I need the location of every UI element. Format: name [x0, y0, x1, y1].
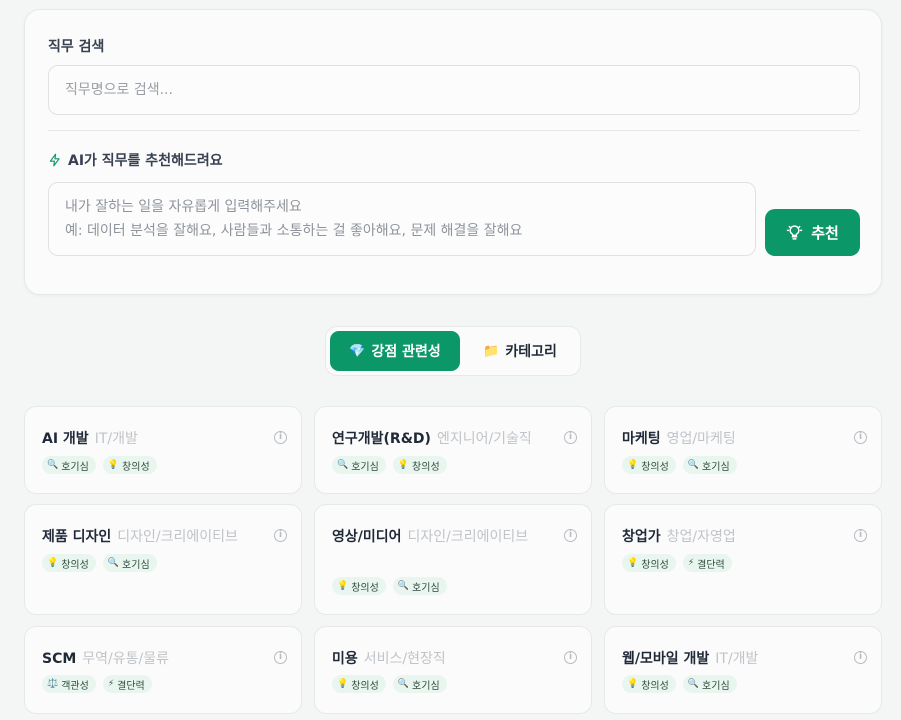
job-name: AI 개발 [42, 431, 89, 447]
info-icon[interactable]: i [854, 431, 867, 444]
tab-category[interactable]: 📁 카테고리 [468, 331, 572, 371]
strength-tag: 💡 창의성 [392, 456, 447, 474]
zap-icon [49, 153, 60, 167]
strength-description-input[interactable]: 내가 잘하는 일을 자유롭게 입력해주세요 예: 데이터 분석을 잘해요, 사람… [48, 182, 756, 256]
divider [48, 130, 860, 131]
job-card[interactable]: 연구개발(R&D) 엔지니어/기술직 i 🔍 호기심 💡 창의성 [314, 406, 592, 494]
search-label: 직무 검색 [48, 39, 105, 55]
strength-tag: 🔍 호기심 [682, 675, 737, 693]
info-icon[interactable]: i [564, 651, 577, 664]
strength-tag: 💡 창의성 [332, 675, 386, 693]
info-icon[interactable]: i [564, 529, 577, 542]
job-category: 디자인/크리에이티브 [117, 529, 238, 545]
job-search-input[interactable] [48, 65, 860, 115]
job-category: IT/개발 [94, 431, 138, 447]
job-name: 웹/모바일 개발 [622, 651, 710, 667]
strength-tag: 💡 창의성 [622, 554, 676, 572]
strength-tag: 🔍 호기심 [42, 456, 96, 474]
info-icon[interactable]: i [854, 651, 867, 664]
strength-tag: 🔍 호기심 [102, 554, 157, 572]
lightbulb-icon [786, 225, 803, 240]
job-name: 제품 디자인 [42, 529, 112, 545]
job-name: 마케팅 [622, 431, 661, 447]
job-card[interactable]: 창업가 창업/자영업 i 💡 창의성 ⚡ 결단력 [604, 504, 882, 615]
strength-tag: ⚡ 결단력 [102, 675, 152, 693]
job-name: 영상/미디어 [332, 529, 402, 545]
job-category: 영업/마케팅 [666, 431, 736, 447]
strength-tag: 💡 창의성 [332, 577, 386, 595]
tab-label: 카테고리 [505, 344, 557, 360]
tab-label: 강점 관련성 [371, 344, 441, 360]
strength-tag: 💡 창의성 [622, 675, 676, 693]
job-category: 무역/유통/물류 [82, 651, 170, 667]
job-card[interactable]: 마케팅 영업/마케팅 i 💡 창의성 🔍 호기심 [604, 406, 882, 494]
ai-recommend-label: AI가 직무를 추천해드려요 [48, 150, 223, 170]
job-name: 창업가 [622, 529, 661, 545]
job-category: 엔지니어/기술직 [436, 431, 532, 447]
strength-tag: 🔍 호기심 [392, 675, 447, 693]
job-card[interactable]: AI 개발 IT/개발 i 🔍 호기심 💡 창의성 [24, 406, 302, 494]
strength-tag: 🔍 호기심 [332, 456, 386, 474]
strength-tag: 💡 창의성 [42, 554, 96, 572]
job-card[interactable]: 웹/모바일 개발 IT/개발 i 💡 창의성 🔍 호기심 [604, 626, 882, 714]
strength-tag: ⚖️ 객관성 [42, 675, 96, 693]
strength-tag: ⚡ 결단력 [682, 554, 732, 572]
recommend-button-label: 추천 [811, 224, 839, 242]
job-card[interactable]: 영상/미디어 디자인/크리에이티브 i 💡 창의성 🔍 호기심 [314, 504, 592, 615]
info-icon[interactable]: i [564, 431, 577, 444]
job-search-panel: 직무 검색 AI가 직무를 추천해드려요 내가 잘하는 일을 자유롭게 입력해주… [24, 9, 882, 295]
job-card[interactable]: 미용 서비스/현장직 i 💡 창의성 🔍 호기심 [314, 626, 592, 714]
strength-tag: 🔍 호기심 [392, 577, 447, 595]
job-category: IT/개발 [715, 651, 759, 667]
job-name: 연구개발(R&D) [332, 431, 431, 447]
strength-tag: 🔍 호기심 [682, 456, 737, 474]
info-icon[interactable]: i [274, 529, 287, 542]
job-category: 창업/자영업 [666, 529, 736, 545]
strength-tag: 💡 창의성 [102, 456, 157, 474]
sort-toggle: 💎 강점 관련성 📁 카테고리 [325, 326, 581, 376]
job-card[interactable]: SCM 무역/유통/물류 i ⚖️ 객관성 ⚡ 결단력 [24, 626, 302, 714]
job-category: 디자인/크리에이티브 [407, 529, 529, 545]
gem-icon: 💎 [349, 343, 366, 359]
info-icon[interactable]: i [274, 431, 287, 444]
info-icon[interactable]: i [854, 529, 867, 542]
folder-icon: 📁 [483, 343, 500, 359]
job-name: 미용 [332, 651, 358, 667]
ai-recommend-label-text: AI가 직무를 추천해드려요 [68, 153, 223, 169]
info-icon[interactable]: i [274, 651, 287, 664]
strength-tag: 💡 창의성 [622, 456, 676, 474]
tab-strength-relevance[interactable]: 💎 강점 관련성 [330, 331, 460, 371]
job-category: 서비스/현장직 [363, 651, 446, 667]
job-name: SCM [42, 651, 77, 667]
job-card[interactable]: 제품 디자인 디자인/크리에이티브 i 💡 창의성 🔍 호기심 [24, 504, 302, 615]
recommend-button[interactable]: 추천 [765, 209, 860, 256]
